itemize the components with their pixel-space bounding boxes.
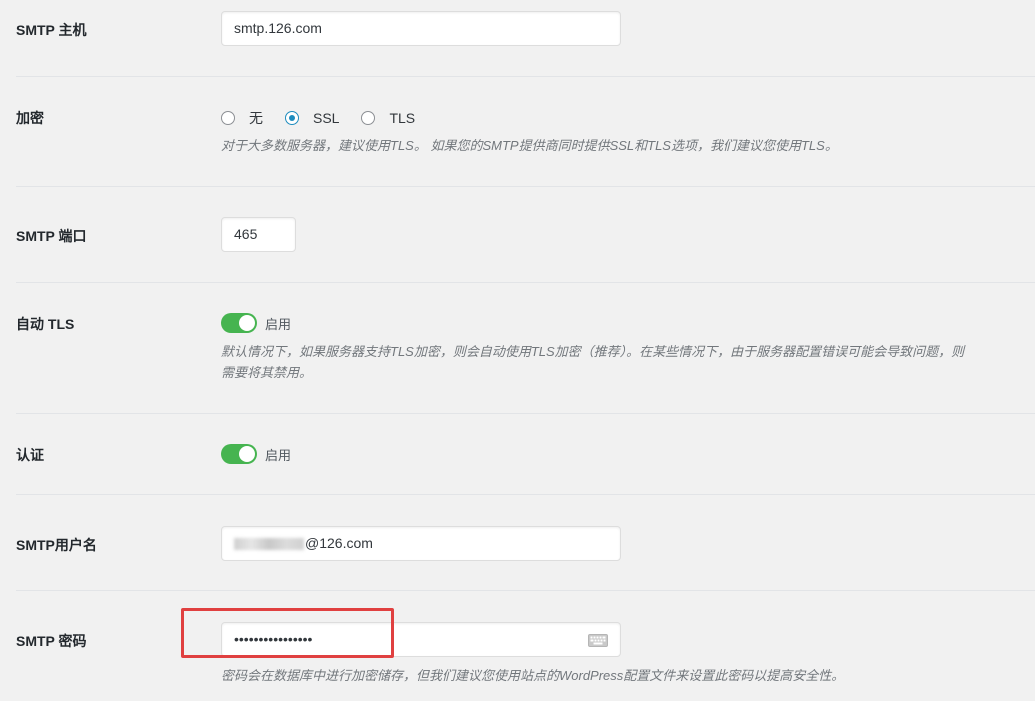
smtp-port-row: SMTP 端口 465 [16, 187, 1035, 283]
radio-label-tls: TLS [389, 110, 416, 126]
radio-circle-checked[interactable] [285, 111, 299, 125]
auto-tls-label: 自动 TLS [16, 316, 75, 332]
smtp-host-input[interactable]: smtp.126.com [221, 11, 621, 46]
password-highlight-box [181, 608, 394, 658]
smtp-host-label: SMTP 主机 [16, 22, 87, 38]
encryption-option-ssl[interactable]: SSL [285, 110, 339, 126]
auth-toggle-wrap: 启用 [221, 443, 291, 465]
radio-label-none: 无 [249, 110, 263, 126]
auth-toggle[interactable] [221, 444, 257, 464]
encryption-radio-group: 无 SSL TLS [221, 107, 838, 129]
auth-toggle-label: 启用 [265, 447, 292, 463]
smtp-username-row: SMTP用户名 @126.com [16, 495, 1035, 591]
username-domain: @126.com [305, 535, 373, 551]
radio-label-ssl: SSL [313, 110, 340, 126]
auto-tls-row: 自动 TLS 启用 默认情况下，如果服务器支持TLS加密，则会自动使用TLS加密… [16, 283, 1035, 414]
auto-tls-toggle[interactable] [221, 313, 257, 333]
keyboard-icon[interactable] [588, 634, 608, 647]
smtp-port-label: SMTP 端口 [16, 228, 87, 244]
smtp-username-label: SMTP用户名 [16, 537, 97, 553]
encryption-description: 对于大多数服务器，建议使用TLS。 如果您的SMTP提供商同时提供SSL和TLS… [221, 138, 838, 153]
radio-circle[interactable] [361, 111, 376, 125]
smtp-password-description: 密码会在数据库中进行加密储存，但我们建议您使用站点的WordPress配置文件来… [221, 668, 845, 683]
encryption-label: 加密 [16, 110, 44, 126]
auto-tls-description-line2: 需要将其禁用。 [221, 365, 313, 380]
smtp-password-row: SMTP 密码 •••••••••••••••• 密码会在数据库中进行加密储存，… [16, 591, 1035, 701]
auth-label: 认证 [16, 447, 44, 463]
smtp-port-input[interactable]: 465 [221, 217, 296, 252]
encryption-option-tls[interactable]: TLS [361, 110, 415, 126]
encryption-row: 加密 无 SSL TLS 对于大多数服务器，建议使用TLS。 如果您的SMTP提… [16, 77, 1035, 187]
auto-tls-toggle-wrap: 启用 [221, 312, 1031, 334]
auto-tls-description-line1: 默认情况下，如果服务器支持TLS加密，则会自动使用TLS加密（推荐）。在某些情况… [221, 344, 965, 359]
encryption-option-none[interactable]: 无 [221, 108, 263, 128]
smtp-host-row: SMTP 主机 smtp.126.com [16, 0, 1035, 77]
radio-circle[interactable] [221, 111, 235, 125]
smtp-username-input[interactable]: @126.com [221, 526, 621, 561]
auth-row: 认证 启用 [16, 414, 1035, 495]
redacted-username [234, 538, 304, 551]
auto-tls-toggle-label: 启用 [265, 316, 292, 332]
smtp-password-label: SMTP 密码 [16, 633, 87, 649]
